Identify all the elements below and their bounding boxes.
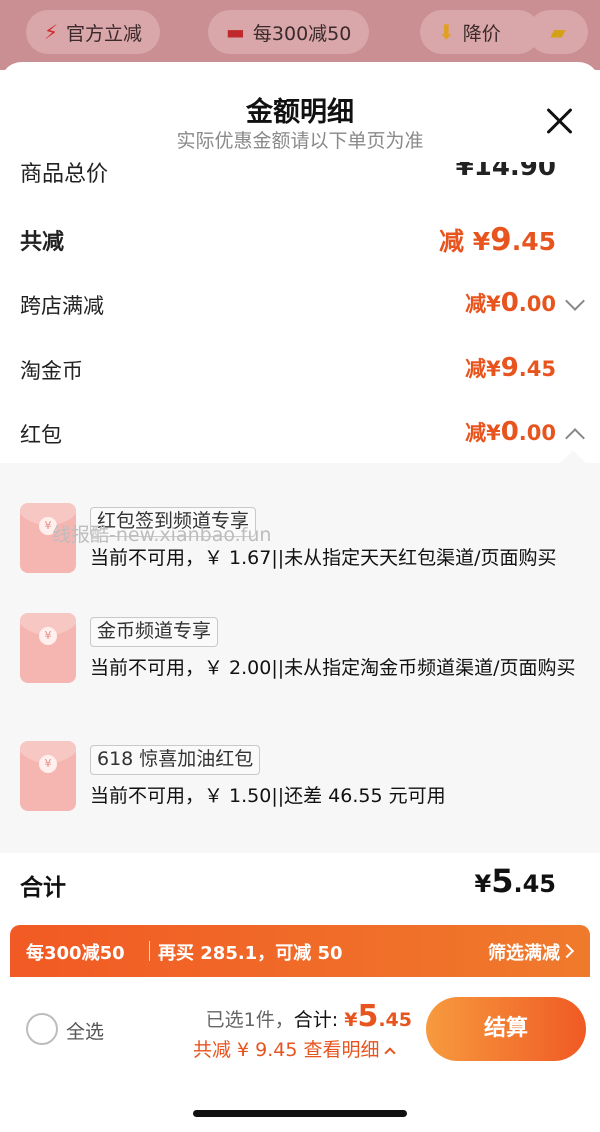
- amount-int: 0: [500, 417, 519, 447]
- coupon-reason: 当前不可用，￥ 1.50||还差 46.55 元可用: [90, 785, 446, 807]
- home-indicator: [193, 1110, 407, 1117]
- promo-rule: 每300减50: [26, 943, 125, 964]
- promo-divider: [149, 941, 150, 961]
- selected-summary: 已选1件，合计: ¥5.45: [206, 999, 412, 1034]
- chevron-right-icon: [559, 943, 575, 959]
- amount-prefix: 减¥: [465, 421, 501, 445]
- view-detail-toggle[interactable]: 共减 ¥ 9.45 查看明细: [193, 1035, 396, 1062]
- cross-store-amount: 减¥0.00: [465, 288, 556, 318]
- total-label: 合计:: [293, 1009, 339, 1031]
- promo-hint: 再买 285.1，可减 50: [158, 943, 343, 964]
- goods-total-label: 商品总价: [20, 162, 109, 187]
- amount-int: 0: [500, 288, 519, 318]
- cross-store-row[interactable]: 跨店满减 减¥0.00: [0, 288, 600, 328]
- view-detail-label: 查看明细: [303, 1039, 380, 1061]
- sheet-subtitle: 实际优惠金额请以下单页为准: [176, 130, 424, 152]
- saved-amount: 共减 ¥ 9.45: [193, 1039, 298, 1061]
- coins-row: 淘金币 减¥9.45: [0, 353, 600, 393]
- chip-label: 每300减50: [252, 22, 352, 45]
- amount-prefix: ¥: [474, 870, 492, 898]
- amount-prefix: 减 ¥: [439, 227, 491, 256]
- chevron-down-icon[interactable]: [565, 291, 585, 311]
- red-packet-label: 红包: [20, 423, 62, 447]
- red-packet-row[interactable]: 红包 减¥0.00: [0, 417, 600, 457]
- amount-int: 5: [491, 862, 514, 900]
- filter-chip-bar: ⚡ 官方立减 ▬ 每300减50 ⬇ 降价 ▰: [0, 0, 600, 70]
- grand-total-label: 合计: [20, 875, 66, 901]
- amount-dec: .45: [518, 357, 556, 381]
- sheet-title: 金额明细: [246, 97, 354, 128]
- total-reduce-label: 共减: [20, 230, 65, 255]
- coupon-reason: 当前不可用，￥ 2.00||未从指定淘金币频道渠道/页面购买: [90, 657, 576, 679]
- arrow-down-icon: ⬇: [438, 20, 455, 44]
- amount-dec: .45: [513, 870, 556, 898]
- checkout-bar: 全选 已选1件，合计: ¥5.45 共减 ¥ 9.45 查看明细 结算: [0, 977, 600, 1132]
- coupon-tag: 金币频道专享: [90, 617, 219, 647]
- shop-icon: ▬: [226, 20, 245, 44]
- chip-label: 官方立减: [66, 22, 143, 45]
- selected-count-text: 已选1件，: [205, 1009, 294, 1031]
- chip-folder[interactable]: ▰: [528, 10, 588, 54]
- coupon-reason: 当前不可用，￥ 1.67||未从指定天天红包渠道/页面购买: [90, 547, 557, 569]
- coins-label: 淘金币: [20, 359, 83, 383]
- red-packet-amount: 减¥0.00: [465, 417, 556, 447]
- grand-total-row: 合计 ¥5.45: [0, 862, 600, 922]
- amount-dec: .00: [518, 292, 556, 316]
- close-icon[interactable]: [544, 106, 574, 136]
- amount-prefix: 减¥: [465, 292, 501, 316]
- checkout-button[interactable]: 结算: [426, 997, 586, 1061]
- watermark-text: 线报酷-new.xianbao.fun: [52, 524, 272, 546]
- select-all-radio[interactable]: [26, 1013, 58, 1045]
- folder-icon: ▰: [550, 20, 566, 44]
- amount-int: 9: [500, 353, 519, 383]
- chip-full-reduction[interactable]: ▬ 每300减50: [208, 10, 370, 54]
- chevron-up-icon[interactable]: [565, 428, 585, 448]
- red-envelope-icon: ¥: [20, 613, 76, 683]
- red-envelope-icon: ¥: [20, 741, 76, 811]
- chip-label: 降价: [462, 22, 501, 45]
- amount-prefix: 减¥: [465, 357, 501, 381]
- goods-total-value: ¥14.90: [455, 162, 556, 182]
- amount-dec: .00: [518, 421, 556, 445]
- full-reduction-promo-bar[interactable]: 每300减50 再买 285.1，可减 50 筛选满减: [10, 925, 590, 977]
- grand-total-amount: ¥5.45: [475, 862, 556, 900]
- chip-official-discount[interactable]: ⚡ 官方立减: [26, 10, 161, 54]
- select-all-label[interactable]: 全选: [66, 1017, 104, 1044]
- amount-int: 9: [490, 222, 512, 258]
- goods-total-row: 商品总价 ¥14.90: [0, 162, 600, 190]
- chip-price-drop[interactable]: ⬇ 降价: [420, 10, 540, 54]
- lightning-icon: ⚡: [44, 20, 59, 44]
- coupon-tag: 618 惊喜加油红包: [90, 745, 261, 775]
- coins-amount: 减¥9.45: [465, 353, 556, 383]
- chevron-up-icon: [383, 1047, 396, 1059]
- amount-dec: .45: [511, 227, 556, 256]
- total-reduce-row: 共减 减 ¥9.45: [0, 222, 600, 262]
- total-int: 5: [357, 999, 379, 1034]
- total-dec: .45: [378, 1009, 412, 1031]
- total-reduce-amount: 减 ¥9.45: [439, 222, 556, 258]
- filter-full-reduction-link[interactable]: 筛选满减: [488, 939, 560, 965]
- currency-symbol: ¥: [344, 1009, 358, 1031]
- cross-store-label: 跨店满减: [20, 294, 104, 318]
